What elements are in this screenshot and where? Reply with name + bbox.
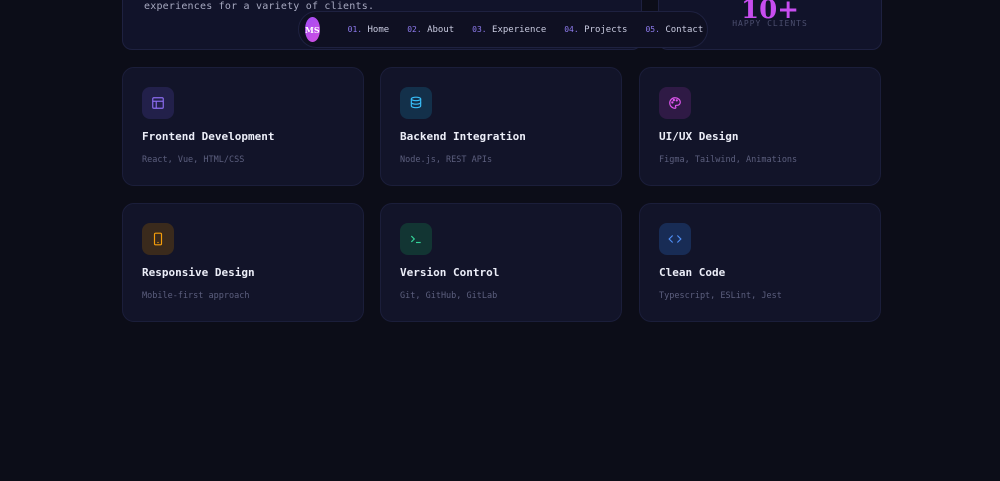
smartphone-icon bbox=[153, 232, 163, 246]
nav-item-home[interactable]: 01. Home bbox=[348, 25, 390, 35]
icon-box bbox=[400, 87, 432, 119]
nav-item-about[interactable]: 02. About bbox=[407, 25, 454, 35]
icon-box bbox=[659, 87, 691, 119]
icon-box bbox=[400, 223, 432, 255]
skill-card-clean-code: Clean Code Typescript, ESLint, Jest bbox=[639, 203, 881, 322]
database-icon bbox=[410, 96, 422, 109]
card-title: Frontend Development bbox=[142, 130, 275, 143]
skill-card-frontend: Frontend Development React, Vue, HTML/CS… bbox=[122, 67, 364, 186]
logo[interactable]: MS bbox=[305, 17, 320, 42]
skill-card-responsive: Responsive Design Mobile-first approach bbox=[122, 203, 364, 322]
nav-items: 01. Home 02. About 03. Experience 04. Pr… bbox=[348, 25, 722, 35]
nav-item-contact[interactable]: 05. Contact bbox=[645, 25, 703, 35]
card-title: Backend Integration bbox=[400, 130, 526, 143]
icon-box bbox=[142, 223, 174, 255]
card-title: UI/UX Design bbox=[659, 130, 739, 143]
code-icon bbox=[668, 235, 682, 243]
skill-card-version-control: Version Control Git, GitHub, GitLab bbox=[380, 203, 622, 322]
floating-nav: MS 01. Home 02. About 03. Experience 04.… bbox=[298, 11, 708, 48]
card-title: Clean Code bbox=[659, 266, 726, 279]
skill-card-backend: Backend Integration Node.js, REST APIs bbox=[380, 67, 622, 186]
card-subtitle: React, Vue, HTML/CSS bbox=[142, 155, 245, 165]
card-subtitle: Typescript, ESLint, Jest bbox=[659, 291, 782, 301]
card-subtitle: Git, GitHub, GitLab bbox=[400, 291, 498, 301]
card-title: Responsive Design bbox=[142, 266, 255, 279]
page: experiences for a variety of clients. 10… bbox=[0, 0, 1000, 481]
card-subtitle: Mobile-first approach bbox=[142, 291, 250, 301]
nav-item-experience[interactable]: 03. Experience bbox=[472, 25, 546, 35]
card-title: Version Control bbox=[400, 266, 500, 279]
palette-icon bbox=[669, 97, 681, 109]
icon-box bbox=[659, 223, 691, 255]
icon-box bbox=[142, 87, 174, 119]
card-subtitle: Node.js, REST APIs bbox=[400, 155, 493, 165]
layout-icon bbox=[152, 97, 164, 109]
skill-card-uiux: UI/UX Design Figma, Tailwind, Animations bbox=[639, 67, 881, 186]
nav-item-projects[interactable]: 04. Projects bbox=[564, 25, 627, 35]
terminal-icon bbox=[410, 235, 421, 244]
card-subtitle: Figma, Tailwind, Animations bbox=[659, 155, 798, 165]
